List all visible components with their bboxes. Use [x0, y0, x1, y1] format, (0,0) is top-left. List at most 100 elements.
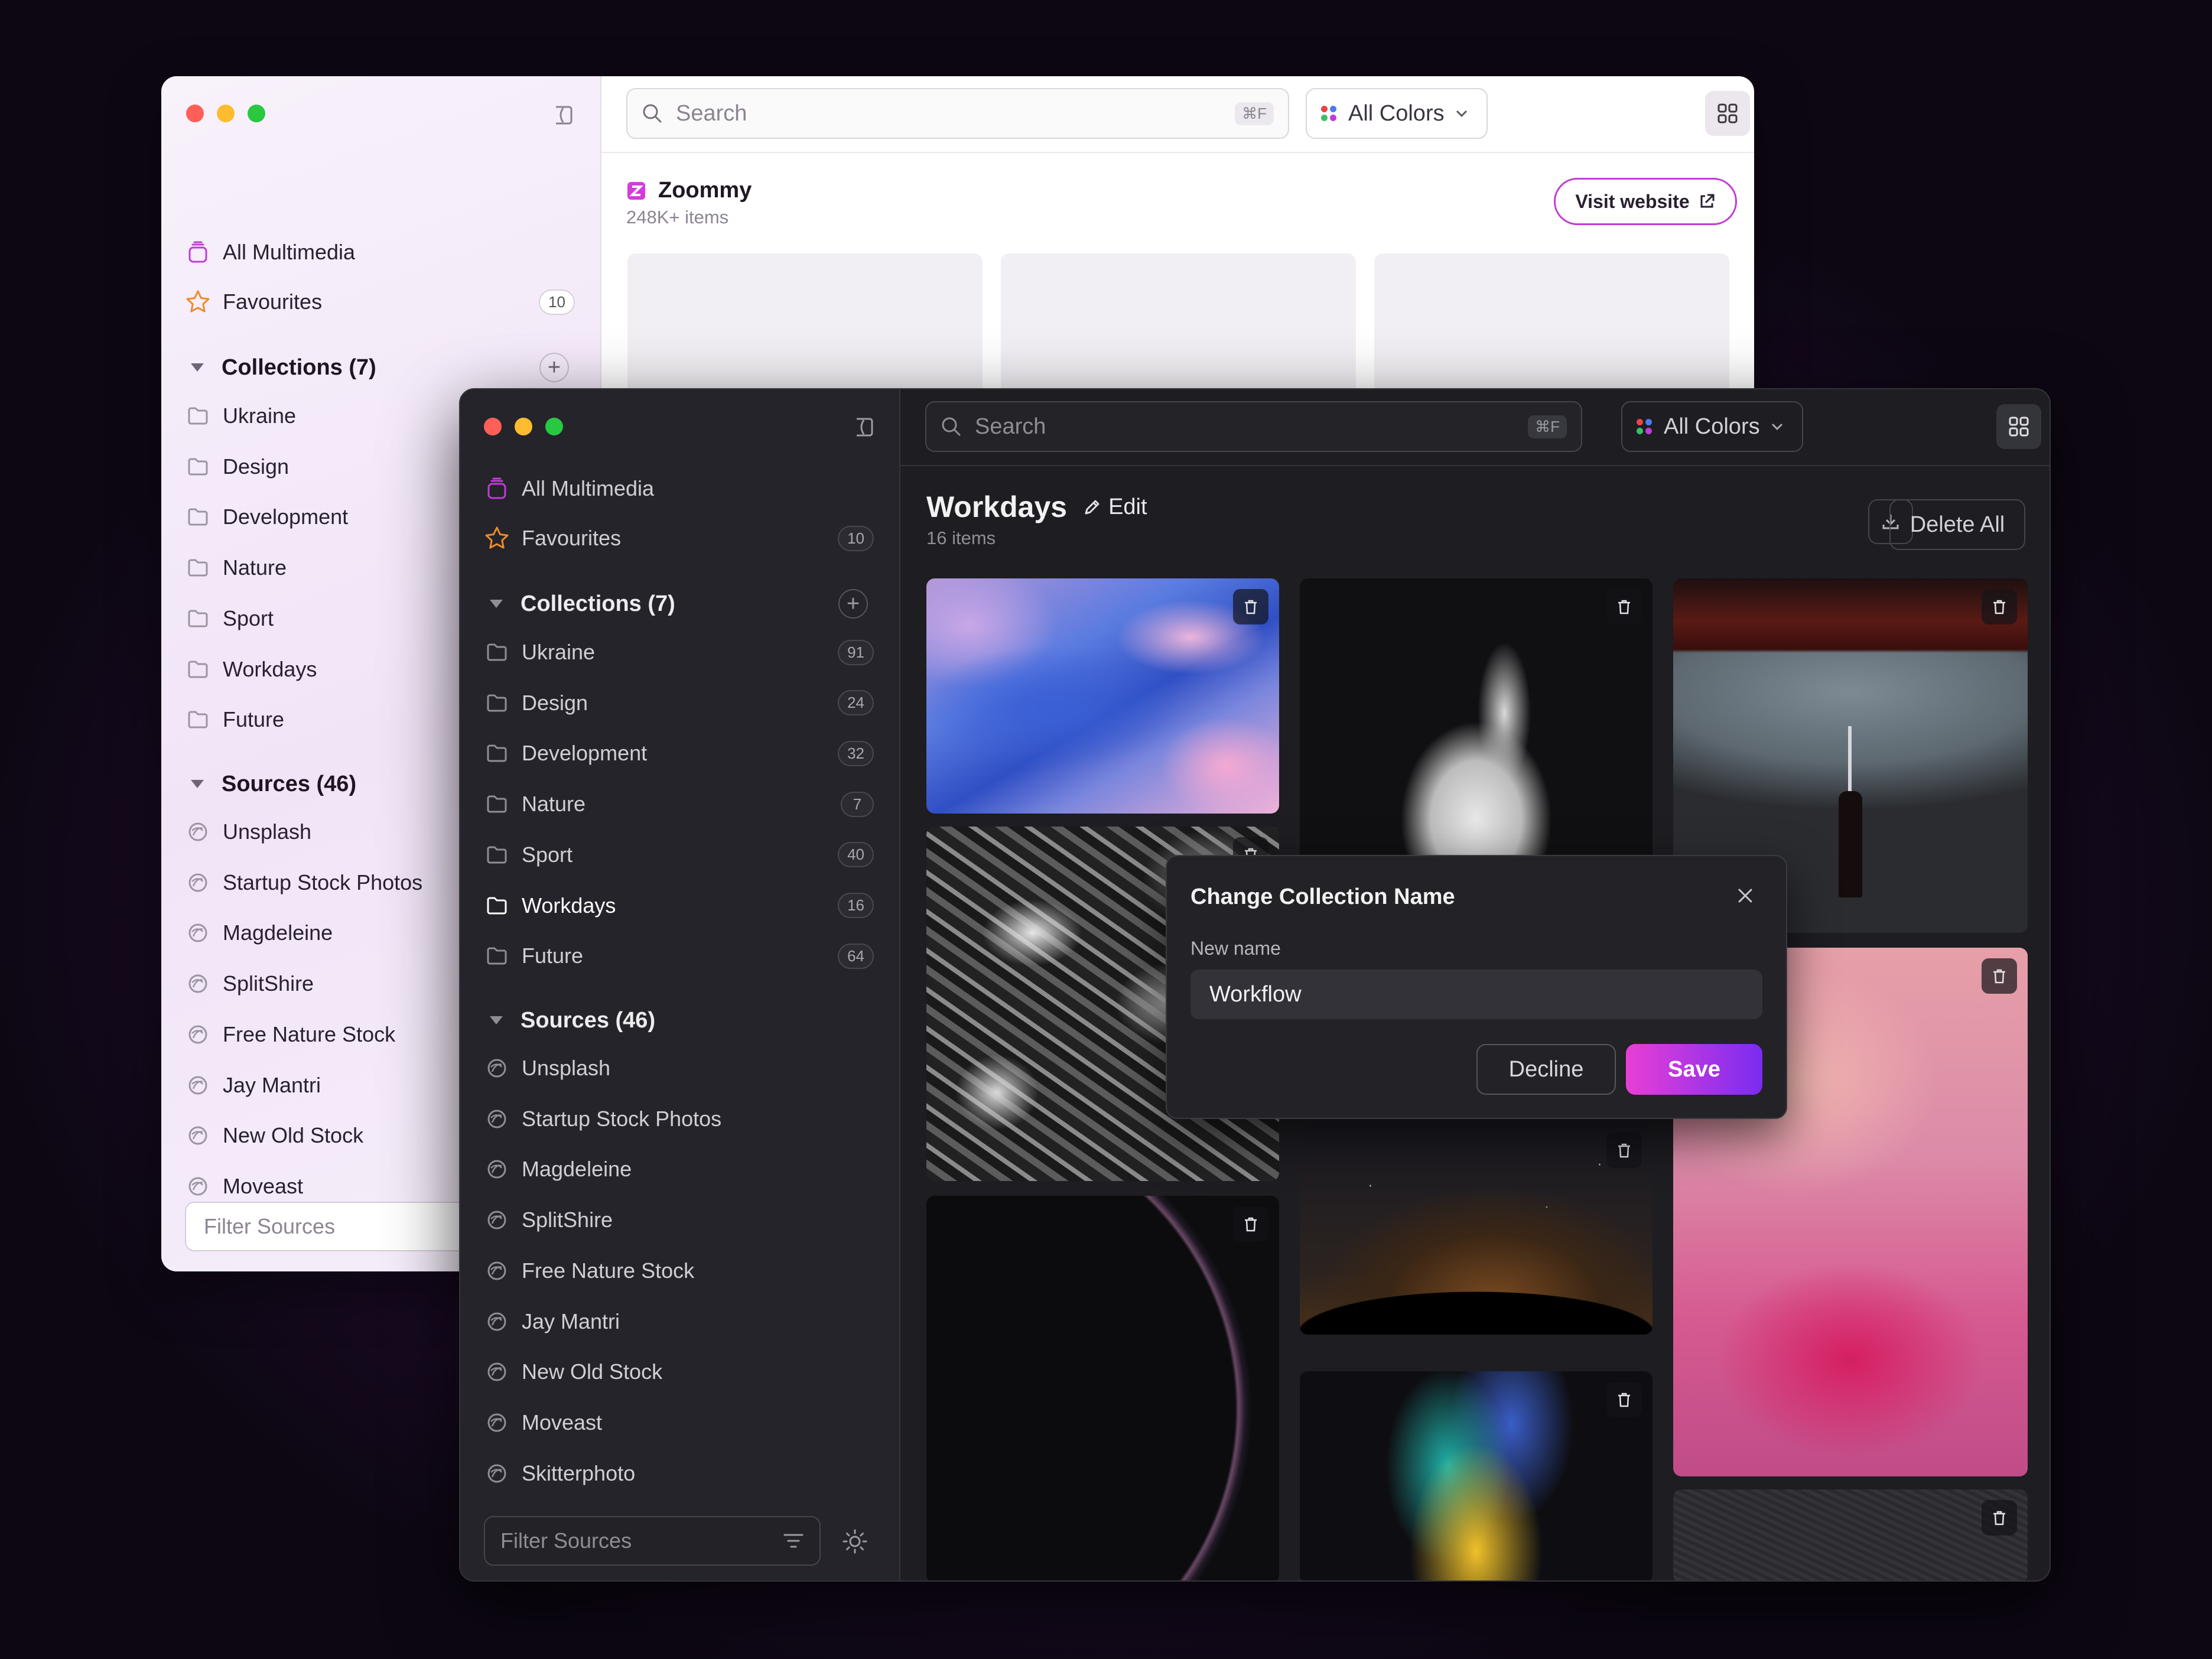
delete-image-button[interactable] [1606, 1133, 1642, 1168]
source-name: Zoommy [658, 178, 752, 203]
grid-view-button[interactable] [1996, 404, 2041, 449]
sidebar-item-favourites[interactable]: Favourites 10 [484, 521, 874, 556]
delete-image-button[interactable] [1982, 958, 2017, 994]
collections-section-header[interactable]: Collections (7) + [191, 350, 569, 385]
collections-header-label: Collections (7) [521, 591, 675, 616]
source-item-unsplash[interactable]: Unsplash [484, 1050, 874, 1086]
sources-section-header[interactable]: Sources (46) [490, 1003, 868, 1038]
collection-item-future[interactable]: Future 64 [484, 938, 874, 974]
dark-texture-image[interactable] [1673, 1489, 2028, 1580]
collection-item-development[interactable]: Development 32 [484, 736, 874, 771]
sun-theme-icon[interactable] [842, 1528, 868, 1554]
collection-count-badge: 24 [838, 690, 874, 716]
trash-icon [1245, 600, 1257, 614]
close-window-button[interactable] [484, 418, 502, 435]
source-label: Unsplash [522, 1056, 611, 1080]
collections-section-header[interactable]: Collections (7) + [490, 586, 868, 622]
favourites-count-badge: 10 [838, 525, 874, 551]
search-input[interactable]: Search ⌘F [626, 88, 1289, 139]
search-input[interactable]: Search ⌘F [925, 401, 1582, 452]
source-item-splitshire[interactable]: SplitShire [484, 1202, 874, 1238]
warrior-silhouette [1839, 791, 1862, 897]
minimize-window-button[interactable] [217, 105, 235, 122]
delete-image-button[interactable] [1982, 1500, 2017, 1536]
source-icon [487, 1110, 506, 1128]
zoommy-logo-icon [627, 181, 645, 200]
multimedia-icon [188, 241, 207, 263]
delete-image-button[interactable] [1606, 1382, 1642, 1417]
decline-button[interactable]: Decline [1476, 1044, 1616, 1095]
source-item-magdeleine[interactable]: Magdeleine [484, 1151, 874, 1187]
single-view-button[interactable] [2047, 404, 2050, 449]
source-item-moveast[interactable]: Moveast [484, 1405, 874, 1440]
close-window-button[interactable] [186, 105, 204, 122]
maximize-window-button[interactable] [248, 105, 265, 122]
decline-label: Decline [1508, 1056, 1584, 1082]
color-filter-select[interactable]: All Colors [1306, 88, 1488, 139]
collection-item-count: 16 items [926, 528, 996, 548]
trash-icon [1245, 1217, 1257, 1232]
collection-item-workdays[interactable]: Workdays 16 [484, 888, 874, 923]
chevron-down-icon [1456, 110, 1467, 118]
minimize-window-button[interactable] [515, 418, 532, 435]
delete-image-button[interactable] [1233, 589, 1268, 624]
source-item-startup-stock-photos[interactable]: Startup Stock Photos [484, 1101, 874, 1137]
source-label: New Old Stock [522, 1359, 663, 1384]
collection-item-ukraine[interactable]: Ukraine 91 [484, 635, 874, 670]
add-collection-button[interactable]: + [838, 589, 868, 619]
collection-label: Ukraine [522, 640, 596, 664]
collection-item-design[interactable]: Design 24 [484, 685, 874, 721]
maximize-window-button[interactable] [545, 418, 563, 435]
collection-count-badge: 64 [838, 943, 874, 969]
dark-planet-image[interactable] [926, 1196, 1279, 1580]
collapse-triangle-icon[interactable] [191, 363, 204, 372]
folder-icon [188, 508, 208, 526]
collection-title: Workdays [926, 490, 1068, 523]
rainbow-prism-image[interactable] [1300, 1371, 1653, 1580]
visit-website-button[interactable]: Visit website [1554, 178, 1737, 225]
source-item-skitterphoto[interactable]: Skitterphoto [484, 1456, 874, 1491]
filter-icon[interactable] [783, 1532, 804, 1550]
delete-image-button[interactable] [1233, 1206, 1268, 1242]
collection-item-sport[interactable]: Sport 40 [484, 837, 874, 873]
close-icon[interactable] [1735, 886, 1755, 906]
dialog-title: Change Collection Name [1190, 884, 1455, 909]
collapse-triangle-icon[interactable] [191, 780, 204, 788]
delete-image-button[interactable] [1982, 589, 2017, 624]
sidebar-toggle-icon[interactable] [551, 103, 575, 127]
source-label: Moveast [522, 1410, 603, 1434]
dark-sidebar: All Multimedia Favourites 10 Collections… [460, 389, 900, 1580]
color-filter-select[interactable]: All Colors [1621, 401, 1803, 452]
folder-icon [188, 711, 208, 728]
grid-view-button[interactable] [1705, 91, 1750, 136]
collection-count-badge: 7 [841, 791, 874, 817]
source-item-jay-mantri[interactable]: Jay Mantri [484, 1304, 874, 1339]
light-toolbar: Search ⌘F All Colors [601, 76, 1754, 153]
source-item-new-old-stock[interactable]: New Old Stock [484, 1354, 874, 1390]
delete-image-button[interactable] [1606, 589, 1642, 624]
marbled-paint-image[interactable] [926, 578, 1279, 814]
folder-icon [487, 897, 507, 914]
collapse-triangle-icon[interactable] [490, 600, 503, 608]
grid-view-icon [2009, 417, 2029, 437]
source-label: Free Nature Stock [522, 1258, 695, 1283]
source-icon [487, 1059, 506, 1078]
folder-icon [487, 694, 507, 712]
edit-label: Edit [1108, 494, 1147, 519]
starry-desert-image[interactable] [1300, 1122, 1653, 1335]
sidebar-item-all-multimedia[interactable]: All Multimedia [484, 471, 874, 506]
collection-item-nature[interactable]: Nature 7 [484, 786, 874, 822]
edit-collection-button[interactable]: Edit [1082, 495, 1147, 520]
new-name-input[interactable]: Workflow [1190, 970, 1762, 1019]
sidebar-toggle-icon[interactable] [852, 415, 876, 439]
collapse-triangle-icon[interactable] [490, 1016, 503, 1024]
filter-sources-input[interactable]: Filter Sources [484, 1516, 821, 1566]
save-button[interactable]: Save [1626, 1044, 1762, 1095]
add-collection-button[interactable]: + [539, 353, 569, 382]
sidebar-item-favourites[interactable]: Favourites 10 [185, 284, 575, 320]
delete-all-button[interactable]: Delete All [1889, 499, 2025, 550]
folder-icon [188, 407, 208, 425]
source-item-free-nature-stock[interactable]: Free Nature Stock [484, 1253, 874, 1289]
sidebar-item-all-multimedia[interactable]: All Multimedia [185, 235, 575, 270]
folder-icon [487, 643, 507, 661]
